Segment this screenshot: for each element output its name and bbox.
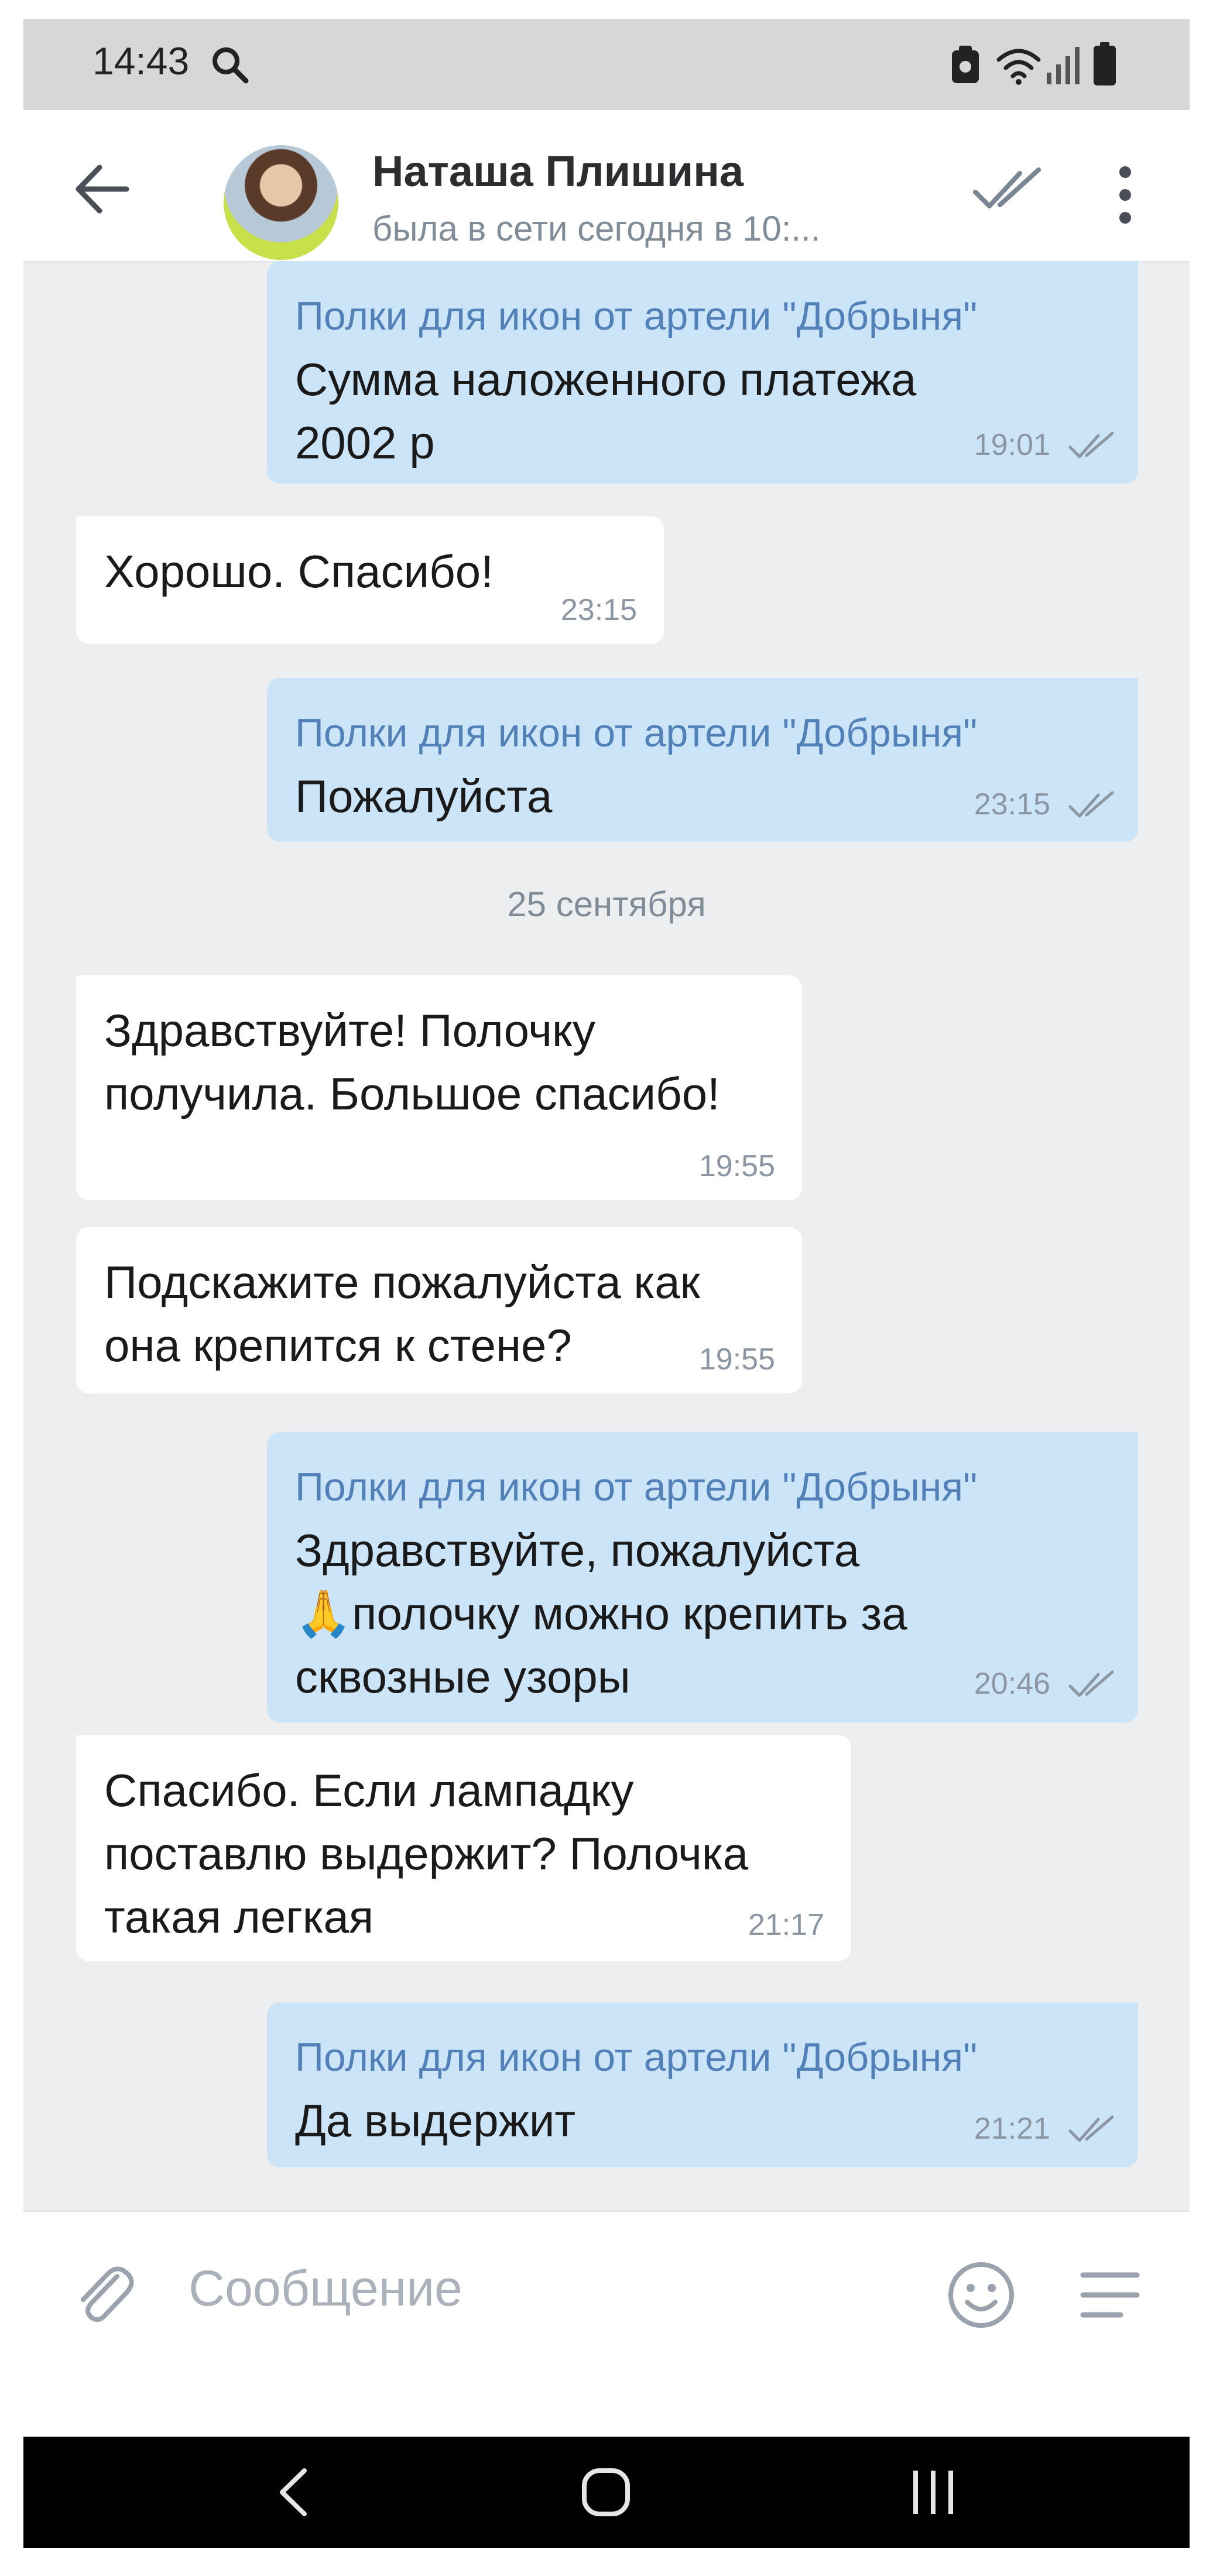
incoming-message[interactable]: Здравствуйте! Полочку получила. Большое …	[76, 975, 802, 1200]
message-text: Спасибо. Если лампадку поставлю выдержит…	[104, 1765, 749, 1943]
double-check-icon	[973, 167, 1041, 208]
message-time: 21:21	[974, 2112, 1050, 2146]
smile-icon[interactable]	[945, 2259, 1017, 2331]
avatar[interactable]	[224, 145, 338, 260]
sender-name: Полки для икон от артели "Добрыня"	[295, 711, 978, 755]
search-icon	[213, 47, 249, 84]
message-time: 23:15	[974, 787, 1050, 821]
menu-icon[interactable]	[1080, 2267, 1140, 2323]
message-time: 21:17	[748, 1908, 824, 1942]
incoming-message[interactable]: Спасибо. Если лампадку поставлю выдержит…	[76, 1735, 851, 1961]
outgoing-message[interactable]: Полки для икон от артели "Добрыня" Здрав…	[267, 1432, 1138, 1722]
incoming-message[interactable]: Хорошо. Спасибо! 23:15	[76, 516, 664, 644]
contact-name[interactable]: Наташа Плишина	[372, 146, 743, 196]
sender-name: Полки для икон от артели "Добрыня"	[295, 1465, 978, 1509]
message-time: 23:15	[560, 593, 637, 627]
status-time: 14:43	[92, 39, 190, 83]
message-input[interactable]: Сообщение	[189, 2260, 462, 2318]
message-text: Хорошо. Спасибо!	[104, 546, 494, 597]
read-check-icon	[1068, 1670, 1114, 1697]
message-time: 19:55	[698, 1342, 775, 1376]
outgoing-message[interactable]: Полки для икон от артели "Добрыня" Пожал…	[267, 678, 1138, 842]
message-time: 19:55	[698, 1149, 775, 1183]
nav-back-icon[interactable]	[274, 2467, 315, 2517]
incoming-message[interactable]: Подскажите пожалуйста как она крепится к…	[76, 1227, 802, 1393]
read-check-icon	[1068, 2115, 1114, 2142]
presence-status: была в сети сегодня в 10:...	[372, 209, 821, 248]
system-nav-bar	[23, 2437, 1190, 2548]
nav-recents-icon[interactable]	[910, 2467, 957, 2517]
message-text: Подскажите пожалуйста как она крепится к…	[104, 1256, 700, 1371]
wifi-icon	[996, 49, 1041, 85]
message-input-bar: Сообщение	[23, 2211, 1190, 2438]
attach-icon[interactable]	[71, 2260, 136, 2330]
sender-name: Полки для икон от артели "Добрыня"	[295, 294, 978, 338]
outgoing-message[interactable]: Полки для икон от артели "Добрыня" Сумма…	[267, 261, 1138, 484]
message-list[interactable]: Полки для икон от артели "Добрыня" Сумма…	[23, 261, 1190, 2211]
signal-icon	[1047, 47, 1080, 84]
status-bar: 14:43	[23, 19, 1190, 110]
phone-screen: 14:43 Наташа Плишина была в сети сегодня…	[23, 19, 1190, 2548]
message-time: 19:01	[974, 428, 1050, 462]
sender-name: Полки для икон от артели "Добрыня"	[295, 2035, 978, 2080]
more-vertical-icon[interactable]	[1113, 163, 1137, 227]
read-check-icon	[1068, 791, 1114, 818]
date-separator: 25 сентября	[507, 885, 706, 924]
message-time: 20:46	[974, 1667, 1050, 1701]
battery-icon	[1094, 42, 1116, 85]
screenshot-icon	[952, 46, 979, 83]
outgoing-message[interactable]: Полки для икон от артели "Добрыня" Да вы…	[267, 2002, 1138, 2167]
nav-home-icon[interactable]	[580, 2467, 632, 2517]
chat-header: Наташа Плишина была в сети сегодня в 10:…	[23, 110, 1190, 262]
message-text: Здравствуйте! Полочку получила. Большое …	[104, 1005, 720, 1119]
back-arrow-icon[interactable]	[70, 157, 135, 221]
read-check-icon	[1068, 431, 1114, 458]
